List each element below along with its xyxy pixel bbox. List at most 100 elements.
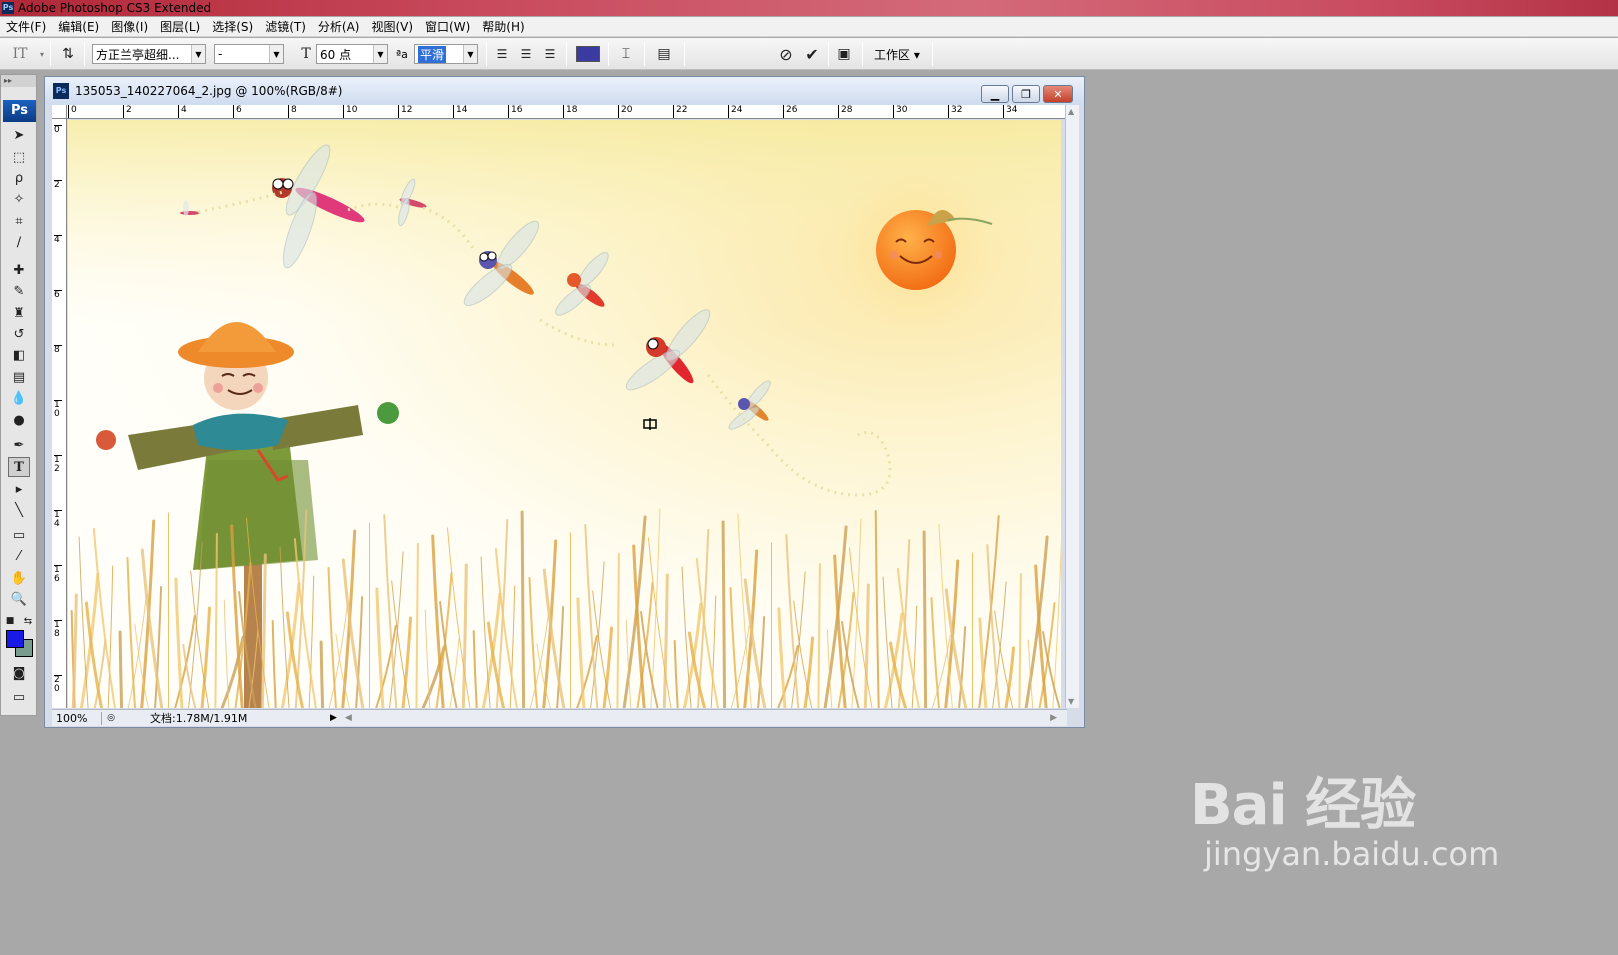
default-colors-icon[interactable]: ■ [3,611,17,631]
antialias-select[interactable]: 平滑 ▼ [414,44,478,64]
image-canvas[interactable] [68,120,1061,708]
status-info-icon[interactable]: ◎ [102,713,120,723]
ruler-h-tick: 20 [618,105,632,118]
commit-edit-icon[interactable]: ✔ [802,44,822,64]
baidu-watermark: Bai 经验 jingyan.baidu.com [1190,760,1499,873]
zoom-tool-icon[interactable]: 🔍 [8,589,30,609]
vertical-scrollbar[interactable]: ▲ ▼ [1065,105,1079,708]
ruler-v-tick: 2 [54,180,62,190]
chevron-down-icon: ▼ [463,45,477,63]
magic-wand-icon[interactable]: ✧ [8,189,30,209]
ruler-corner[interactable] [52,105,67,119]
menu-analysis[interactable]: 分析(A) [312,17,366,37]
eraser-icon[interactable]: ◧ [8,345,30,365]
menu-select[interactable]: 选择(S) [206,17,259,37]
align-right-icon[interactable]: ☰ [540,44,560,64]
separator [932,42,933,66]
toolbox-grip[interactable]: ▸▸ [1,75,36,87]
dodge-icon[interactable]: ● [8,410,30,430]
slice-tool-icon[interactable]: ∕ [8,232,30,252]
ruler-v-tick: 1 2 [54,455,62,474]
toolbox: ▸▸ Ps ➤ ⬚ ρ ✧ ⌗ ∕ ✚ ✎ ♜ ↺ ◧ ▤ 💧 ● ✒ T ▸ … [0,74,37,716]
pen-tool-icon[interactable]: ✒ [8,435,30,455]
align-left-icon[interactable]: ☰ [492,44,512,64]
brush-tool-icon[interactable]: ✎ [8,281,30,301]
separator [566,42,567,66]
font-style-select[interactable]: - ▼ [214,44,284,64]
workspace-button[interactable]: 工作区 ▾ [874,44,920,64]
menu-window[interactable]: 窗口(W) [419,17,476,37]
separator [486,42,487,66]
ps-logo[interactable]: Ps [3,100,36,122]
notes-icon[interactable]: ▭ [8,525,30,545]
vertical-ruler[interactable]: 0 2 4 6 8 1 0 1 2 1 4 1 6 1 8 2 0 [52,119,67,708]
healing-brush-icon[interactable]: ✚ [8,260,30,280]
ruler-h-tick: 2 [123,105,132,118]
font-family-select[interactable]: 方正兰亭超细... ▼ [92,44,206,64]
ruler-h-tick: 8 [288,105,297,118]
horizontal-ruler[interactable]: 0 2 4 6 8 10 12 14 16 18 20 22 24 26 28 30 32 34 [67,105,1067,119]
cancel-edit-icon[interactable]: ⊘ [776,44,796,64]
ruler-h-tick: 28 [838,105,852,118]
separator [862,42,863,66]
ruler-h-tick: 10 [343,105,357,118]
type-tool-icon[interactable]: T [8,457,30,477]
line-tool-icon[interactable]: ╲ [8,500,30,520]
menu-file[interactable]: 文件(F) [0,17,52,37]
bridge-icon[interactable]: ▣ [834,44,854,64]
menu-filter[interactable]: 滤镜(T) [259,17,312,37]
document-title-bar[interactable]: Ps 135053_140227064_2.jpg @ 100%(RGB/8#) [45,77,1084,105]
font-family-value: 方正兰亭超细... [96,47,180,62]
gradient-icon[interactable]: ▤ [8,367,30,387]
ruler-h-tick: 14 [453,105,467,118]
character-panel-icon[interactable]: ▤ [654,44,674,64]
ruler-v-tick: 0 [54,125,62,135]
text-color-swatch[interactable] [576,46,600,62]
ruler-v-tick: 8 [54,345,62,355]
restore-button[interactable]: ❐ [1012,85,1040,103]
tool-preset-icon[interactable]: IT [10,44,30,64]
chevron-down-icon: ▼ [191,45,205,63]
document-window: Ps 135053_140227064_2.jpg @ 100%(RGB/8#)… [44,76,1085,728]
scroll-up-icon[interactable]: ▲ [1068,107,1074,116]
marquee-tool-icon[interactable]: ⬚ [8,147,30,167]
zoom-level[interactable]: 100% [52,711,102,725]
path-select-icon[interactable]: ▸ [8,479,30,499]
ruler-v-tick: 2 0 [54,675,62,694]
options-bar: IT ▾ ⇅ 方正兰亭超细... ▼ - ▼ T 60 点 ▼ ªa 平滑 ▼ … [0,38,1618,70]
align-center-icon[interactable]: ☰ [516,44,536,64]
font-size-select[interactable]: 60 点 ▼ [316,44,388,64]
ruler-h-tick: 34 [1003,105,1017,118]
move-tool-icon[interactable]: ➤ [8,125,30,145]
watermark-url: jingyan.baidu.com [1204,835,1500,873]
blur-icon[interactable]: 💧 [8,388,30,408]
scroll-down-icon[interactable]: ▼ [1068,697,1074,706]
foreground-color-swatch[interactable] [6,630,24,648]
lasso-tool-icon[interactable]: ρ [8,168,30,188]
ruler-h-tick: 32 [948,105,962,118]
ruler-h-tick: 6 [233,105,242,118]
minimize-button[interactable]: ▁ [981,85,1009,103]
menu-view[interactable]: 视图(V) [365,17,419,37]
menu-layer[interactable]: 图层(L) [154,17,206,37]
clone-stamp-icon[interactable]: ♜ [8,303,30,323]
menu-help[interactable]: 帮助(H) [476,17,530,37]
scroll-right-icon[interactable]: ▶ [1050,713,1057,723]
screen-mode-icon[interactable]: ▭ [8,687,30,707]
menu-edit[interactable]: 编辑(E) [52,17,105,37]
status-menu-arrow-icon[interactable]: ▶ [330,713,337,723]
hand-tool-icon[interactable]: ✋ [8,568,30,588]
crop-tool-icon[interactable]: ⌗ [8,211,30,231]
text-orientation-icon[interactable]: ⇅ [58,44,78,64]
swap-colors-icon[interactable]: ⇆ [21,611,35,631]
history-brush-icon[interactable]: ↺ [8,324,30,344]
close-button[interactable]: ✕ [1043,85,1073,103]
chevron-down-icon: ▼ [373,45,387,63]
scroll-left-icon[interactable]: ◀ [345,713,352,723]
preset-dropdown-icon[interactable]: ▾ [32,44,52,64]
eyedropper-icon[interactable]: ⁄ [8,546,30,566]
menu-image[interactable]: 图像(I) [105,17,154,37]
ruler-v-tick: 1 0 [54,400,62,419]
warp-text-icon[interactable]: ⌶ [616,44,636,64]
quick-mask-icon[interactable]: ◙ [8,663,30,683]
